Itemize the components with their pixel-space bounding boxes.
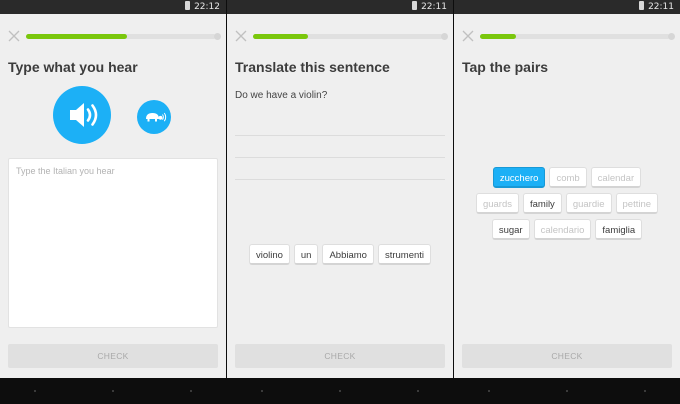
page-title: Type what you hear (8, 59, 138, 75)
nav-home-icon[interactable] (566, 390, 568, 392)
lesson-header (462, 28, 676, 44)
pair-tile[interactable]: famiglia (595, 219, 643, 240)
close-icon[interactable] (462, 30, 474, 42)
pair-tile[interactable]: family (523, 193, 562, 214)
answer-line (235, 179, 445, 180)
pairs-row: zucchero comb calendar (454, 167, 680, 188)
pairs-row: sugar calendario famiglia (454, 219, 680, 240)
battery-icon (639, 1, 645, 10)
android-nav-bar (227, 378, 453, 404)
turtle-icon (146, 112, 167, 122)
pair-tile[interactable]: calendar (590, 167, 642, 188)
nav-back-icon[interactable] (261, 390, 263, 392)
nav-home-icon[interactable] (339, 390, 341, 392)
status-time: 22:11 (648, 2, 674, 12)
progress-fill (26, 34, 127, 39)
progress-bar (253, 33, 448, 40)
status-time: 22:12 (194, 2, 220, 12)
pair-tile[interactable]: guards (475, 193, 519, 214)
pairs-row: guards family guardie pettine (454, 193, 680, 214)
status-bar: 22:11 (454, 0, 680, 14)
close-icon[interactable] (8, 30, 20, 42)
speaker-icon (70, 103, 98, 127)
answer-input[interactable] (8, 158, 218, 328)
progress-fill (480, 34, 517, 39)
progress-fill (253, 34, 309, 39)
page-title: Tap the pairs (462, 59, 549, 75)
android-nav-bar (0, 378, 226, 404)
play-audio-button[interactable] (53, 86, 111, 144)
nav-recents-icon[interactable] (417, 390, 419, 392)
status-bar: 22:12 (0, 0, 226, 14)
sentence-prompt: Do we have a violin? (235, 90, 328, 101)
pair-tile[interactable]: zucchero (492, 167, 546, 188)
close-icon[interactable] (235, 30, 247, 42)
nav-home-icon[interactable] (112, 390, 114, 392)
screen-type-what-you-hear: 22:12 Type what you hear CHECK (0, 0, 226, 404)
word-tile[interactable]: violino (248, 244, 290, 265)
answer-line (235, 157, 445, 158)
battery-icon (412, 1, 418, 10)
answer-line (235, 135, 445, 136)
check-button[interactable]: CHECK (462, 344, 672, 368)
pairs-grid: zucchero comb calendar guards family gua… (454, 167, 680, 245)
page-title: Translate this sentence (235, 59, 390, 75)
pair-tile[interactable]: comb (549, 167, 587, 188)
slow-audio-button[interactable] (137, 100, 171, 134)
lesson-header (235, 28, 449, 44)
nav-back-icon[interactable] (34, 390, 36, 392)
pair-tile[interactable]: guardie (565, 193, 612, 214)
lesson-header (8, 28, 222, 44)
status-time: 22:11 (421, 2, 447, 12)
pair-tile[interactable]: sugar (491, 219, 530, 240)
screen-translate-sentence: 22:11 Translate this sentence Do we have… (227, 0, 453, 404)
progress-end-dot (441, 33, 448, 40)
screen-tap-the-pairs: 22:11 Tap the pairs zucchero comb calend… (454, 0, 680, 404)
battery-icon (185, 1, 191, 10)
word-bank: violino un Abbiamo strumenti (227, 244, 453, 265)
check-button[interactable]: CHECK (235, 344, 445, 368)
android-nav-bar (454, 378, 680, 404)
word-tile[interactable]: un (293, 244, 319, 265)
status-bar: 22:11 (227, 0, 453, 14)
progress-end-dot (214, 33, 221, 40)
progress-bar (26, 33, 221, 40)
nav-back-icon[interactable] (488, 390, 490, 392)
pair-tile[interactable]: pettine (615, 193, 659, 214)
word-tile[interactable]: Abbiamo (322, 244, 374, 265)
nav-recents-icon[interactable] (644, 390, 646, 392)
progress-bar (480, 33, 675, 40)
progress-end-dot (668, 33, 675, 40)
pair-tile[interactable]: calendario (533, 219, 592, 240)
word-tile[interactable]: strumenti (377, 244, 432, 265)
nav-recents-icon[interactable] (190, 390, 192, 392)
check-button[interactable]: CHECK (8, 344, 218, 368)
